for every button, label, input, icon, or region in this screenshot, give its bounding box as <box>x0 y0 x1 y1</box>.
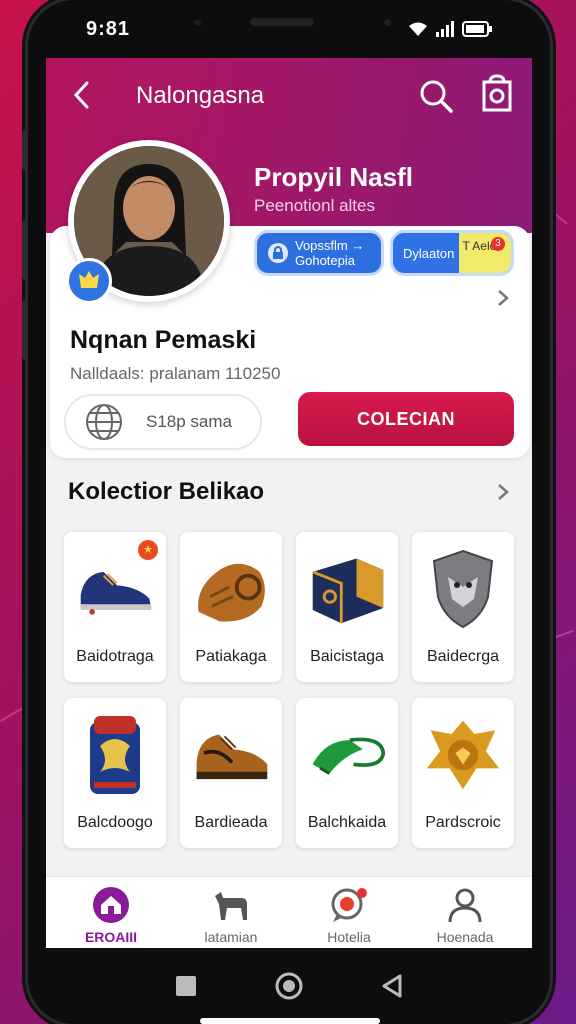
item-label: Balcdoogo <box>77 814 153 831</box>
status-icons <box>408 21 492 37</box>
language-button-label: S18p sama <box>146 412 232 431</box>
language-button[interactable]: S18p sama <box>64 394 262 450</box>
battery-icon <box>462 21 492 37</box>
rope-icon <box>307 712 387 798</box>
collection-item[interactable]: Balchkaida <box>296 698 398 848</box>
collection-item[interactable]: Baicistaga <box>296 532 398 682</box>
tab-chat[interactable]: Hotelia <box>294 877 404 948</box>
power-button <box>22 300 28 360</box>
status-bar: 9:81 <box>46 0 532 58</box>
system-nav-bar <box>46 948 532 1024</box>
tab-animals-label: latamian <box>204 929 258 945</box>
volume-button <box>22 220 28 280</box>
shield-icon <box>423 546 503 632</box>
profile-heading: Propyil Nasfl <box>254 162 413 192</box>
page-title: Nalongasna <box>136 82 265 109</box>
item-label: Patiakaga <box>195 648 267 665</box>
crate-icon <box>307 546 387 632</box>
item-label: Baidotraga <box>76 648 154 665</box>
animal-icon <box>209 885 253 925</box>
wifi-icon <box>409 22 427 36</box>
tab-home-label: EROAIII <box>84 929 138 945</box>
bottom-tab-bar: EROAIII latamian Hotelia Hoenada <box>46 876 532 948</box>
tab-chat-label: Hotelia <box>327 929 371 945</box>
tab-animals[interactable]: latamian <box>176 877 286 948</box>
status-time: 9:81 <box>86 17 131 40</box>
user-meta: Nalldaals: pralanam 110250 <box>70 364 281 383</box>
collection-item[interactable]: Pardscroic <box>412 698 514 848</box>
item-label: Balchkaida <box>307 814 387 831</box>
item-label: Bardieada <box>194 814 268 831</box>
back-icon[interactable] <box>72 80 90 118</box>
search-icon[interactable] <box>418 78 454 119</box>
home-indicator[interactable] <box>200 1018 380 1024</box>
section-title: Kolectior Belikao <box>68 478 265 505</box>
home-nav-icon[interactable] <box>275 972 303 1000</box>
boot-icon <box>191 712 271 798</box>
person-icon <box>443 885 487 925</box>
top-bar: Nalongasna <box>46 58 532 136</box>
notification-badge: 3 <box>491 237 505 251</box>
satchel-icon <box>191 546 271 632</box>
recents-icon[interactable] <box>175 975 197 997</box>
item-tag: ★ <box>138 540 158 560</box>
collection-item[interactable]: Patiakaga <box>180 532 282 682</box>
store-icon[interactable] <box>478 74 516 119</box>
collection-item[interactable]: Balcdoogo <box>64 698 166 848</box>
emblem-icon <box>423 712 503 798</box>
collect-button[interactable]: COLECIAN <box>298 392 514 446</box>
status-pill-secondary-label: Dylaaton <box>403 245 455 261</box>
verified-badge-icon <box>66 258 112 304</box>
globe-icon <box>86 404 122 440</box>
status-pill-primary-label: Vopssflm → Gohotepia <box>295 238 365 268</box>
item-label: Pardscroic <box>425 814 501 831</box>
status-pill-primary[interactable]: Vopssflm → Gohotepia <box>254 230 384 276</box>
status-pill-secondary[interactable]: Dylaaton T Aelen 3 <box>390 230 514 276</box>
chevron-right-icon[interactable] <box>496 288 510 314</box>
lock-icon <box>268 243 288 263</box>
user-name: Nqnan Pemaski <box>70 326 257 354</box>
collection-item[interactable]: ★ Baidotraga <box>64 532 166 682</box>
tab-profile[interactable]: Hoenada <box>410 877 520 948</box>
backpack-icon <box>75 712 155 798</box>
back-nav-icon[interactable] <box>381 974 403 998</box>
tab-home[interactable]: EROAIII <box>56 877 166 948</box>
chat-icon <box>327 885 371 925</box>
tab-profile-label: Hoenada <box>436 929 494 945</box>
chevron-right-icon[interactable] <box>496 482 510 508</box>
app-screen: Nalongasna Propyil Nasfl Peenotionl alte… <box>46 58 532 948</box>
collection-item[interactable]: Baidecrga <box>412 532 514 682</box>
profile-subtitle: Peenotionl altes <box>254 196 375 215</box>
item-label: Baidecrga <box>426 648 500 665</box>
collection-item[interactable]: Bardieada <box>180 698 282 848</box>
home-icon <box>89 885 133 925</box>
volume-button <box>22 130 28 170</box>
signal-icon <box>436 21 454 37</box>
item-label: Baicistaga <box>310 648 384 665</box>
